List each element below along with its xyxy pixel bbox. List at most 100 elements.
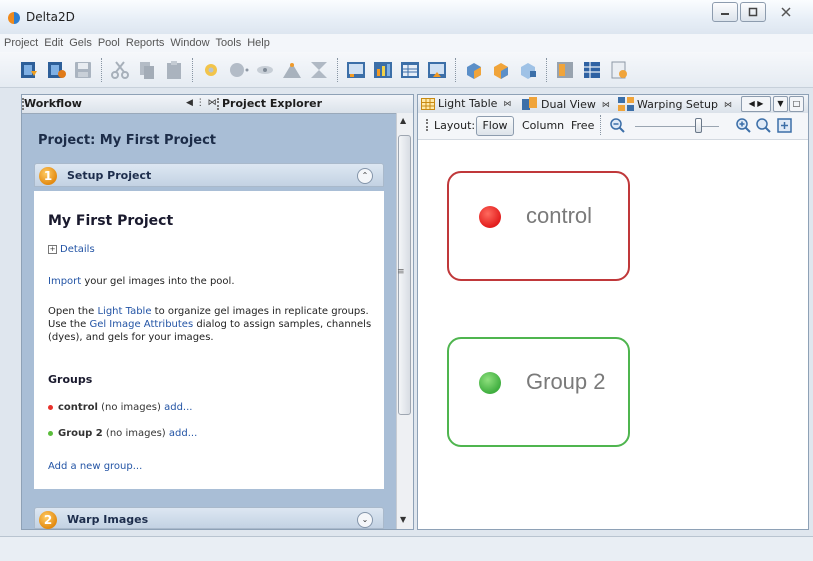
tab-label: Warping Setup	[637, 97, 718, 111]
menu-edit[interactable]: Edit	[44, 37, 63, 49]
warp-images-header[interactable]: 2 Warp Images ⌄	[34, 507, 384, 529]
tab-workflow[interactable]: Workflow	[24, 97, 82, 110]
tab-grip	[217, 98, 221, 110]
open-text: Open the	[48, 306, 98, 317]
import-paragraph: Import your gel images into the pool.	[48, 275, 378, 288]
toolbar-separator	[337, 57, 339, 82]
title-bar: Delta2D	[0, 0, 813, 35]
expand-icon: +	[48, 244, 57, 254]
group-add-link[interactable]: add...	[169, 428, 197, 439]
tab-scroll-arrows-icon[interactable]: ◀ ▶	[741, 96, 771, 112]
minimize-button[interactable]	[712, 2, 738, 22]
spreadsheet-icon[interactable]	[581, 59, 603, 81]
spot-detect-icon[interactable]	[200, 59, 222, 81]
toolbar-separator	[546, 57, 548, 82]
import-link[interactable]: Import	[48, 276, 81, 287]
tab-light-table[interactable]: Light Table ⋈	[421, 97, 511, 110]
menu-reports[interactable]: Reports	[126, 37, 165, 49]
cube-view-icon[interactable]	[517, 59, 539, 81]
copy-icon[interactable]	[136, 59, 158, 81]
maximize-view-icon[interactable]: □	[789, 96, 804, 112]
layout-flow-button[interactable]: Flow	[476, 116, 514, 136]
layout-toolbar: Layout: Flow Column Free	[418, 113, 808, 140]
group-name: control	[526, 203, 593, 228]
group-note: (no images)	[102, 428, 169, 439]
export-view-icon[interactable]	[426, 59, 448, 81]
panel-splitter[interactable]: ≡	[396, 94, 416, 530]
menu-window[interactable]: Window	[170, 37, 209, 49]
settings-doc-icon[interactable]	[608, 59, 630, 81]
threshold-icon[interactable]	[308, 59, 330, 81]
zoom-slider-track[interactable]	[635, 126, 719, 127]
zoom-reset-icon[interactable]	[756, 118, 771, 133]
cut-icon[interactable]	[109, 59, 131, 81]
layout-column-button[interactable]: Column	[522, 119, 564, 132]
group-name: Group 2	[58, 428, 103, 439]
menu-tools[interactable]: Tools	[216, 37, 242, 49]
cube-add-icon[interactable]	[490, 59, 512, 81]
tab-dual-view[interactable]: Dual View ⋈	[522, 97, 610, 111]
gel-chart-icon[interactable]	[372, 59, 394, 81]
menu-help[interactable]: Help	[247, 37, 270, 49]
use-text: Use the	[48, 319, 90, 330]
close-tab-icon[interactable]: ⋈	[503, 99, 511, 108]
use-text-end: (dyes), and gels for your images.	[48, 332, 214, 343]
import-gel-icon[interactable]	[45, 59, 67, 81]
toolbar-separator	[101, 57, 103, 82]
setup-project-header[interactable]: 1 Setup Project ⌃	[34, 163, 384, 187]
group-box-group-2[interactable]: Group 2	[447, 337, 630, 447]
group-color-dot	[48, 430, 53, 436]
tab-warping-setup[interactable]: Warping Setup ⋈	[618, 97, 732, 111]
light-table-link[interactable]: Light Table	[97, 306, 151, 317]
light-table-icon	[421, 97, 435, 110]
open-gel-icon[interactable]	[18, 59, 40, 81]
zoom-slider-thumb[interactable]	[694, 118, 702, 133]
menu-gels[interactable]: Gels	[69, 37, 92, 49]
mountain-icon[interactable]	[281, 59, 303, 81]
close-button[interactable]	[768, 2, 804, 22]
toolbar-separator	[455, 57, 457, 82]
open-text-rest: to organize gel images in replicate grou…	[151, 306, 369, 317]
close-tab-icon[interactable]: ⋈	[724, 100, 732, 109]
toolbar-grip	[426, 119, 430, 131]
left-tab-bar: Workflow ◀ ⋮ ⋈ Project Explorer	[22, 95, 413, 114]
zoom-in-icon[interactable]	[736, 118, 751, 133]
tab-label: Dual View	[541, 97, 596, 111]
menu-pool[interactable]: Pool	[98, 37, 120, 49]
group-name: Group 2	[526, 369, 606, 394]
zoom-out-icon[interactable]	[610, 118, 625, 133]
zoom-spot-icon[interactable]	[254, 59, 276, 81]
add-new-group-link[interactable]: Add a new group...	[48, 461, 142, 472]
paste-icon[interactable]	[163, 59, 185, 81]
import-text: your gel images into the pool.	[81, 276, 235, 287]
groups-heading: Groups	[48, 373, 93, 386]
group-add-link[interactable]: add...	[164, 402, 192, 413]
minimize-view-icon[interactable]: ◀ ⋮ ⋈	[186, 98, 217, 108]
collapse-icon[interactable]: ⌃	[357, 168, 373, 184]
gel-image-attributes-link[interactable]: Gel Image Attributes	[89, 319, 193, 330]
light-table-panel: Light Table ⋈ Dual View ⋈ Warping Setup …	[417, 94, 809, 530]
project-title: Project: My First Project	[38, 133, 217, 148]
status-bar	[0, 536, 813, 561]
report-icon[interactable]	[554, 59, 576, 81]
save-icon[interactable]	[72, 59, 94, 81]
tab-list-icon[interactable]: ▼	[773, 96, 788, 112]
cube-group-icon[interactable]	[463, 59, 485, 81]
maximize-icon	[748, 7, 758, 17]
use-text-rest: dialog to assign samples, channels	[193, 319, 372, 330]
close-tab-icon[interactable]: ⋈	[602, 100, 610, 109]
maximize-button[interactable]	[740, 2, 766, 22]
main-toolbar	[0, 52, 813, 88]
fit-to-window-icon[interactable]	[777, 118, 792, 133]
tab-project-explorer[interactable]: Project Explorer	[222, 97, 322, 110]
group-box-control[interactable]: control	[447, 171, 630, 281]
spot-menu-icon[interactable]	[227, 59, 249, 81]
menu-project[interactable]: Project	[4, 37, 38, 49]
layout-free-button[interactable]: Free	[571, 119, 594, 132]
table-view-icon[interactable]	[399, 59, 421, 81]
details-toggle[interactable]: + Details	[48, 244, 95, 255]
window-controls	[712, 2, 804, 22]
expand-icon[interactable]: ⌄	[357, 512, 373, 528]
gel-view-icon[interactable]	[345, 59, 367, 81]
group-color-dot	[479, 206, 501, 228]
